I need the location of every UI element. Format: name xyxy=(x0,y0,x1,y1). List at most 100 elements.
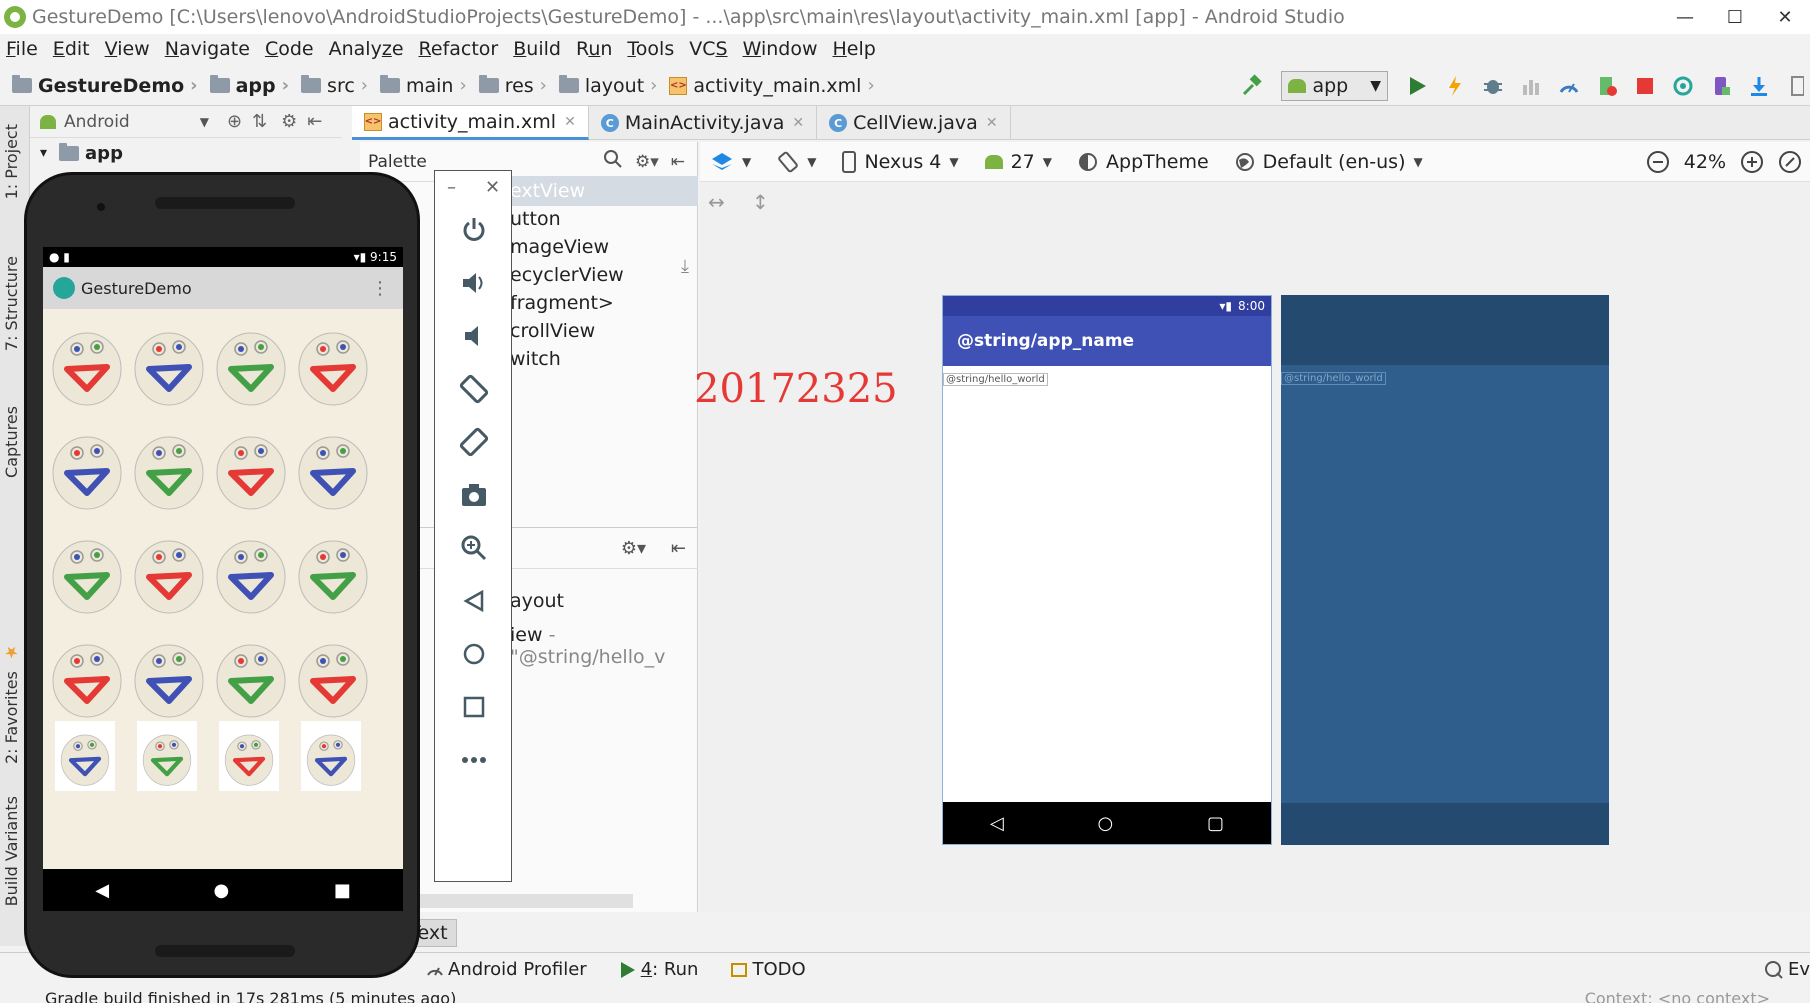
chevron-down-icon[interactable]: ▾ xyxy=(40,145,47,161)
device-file-icon[interactable] xyxy=(1784,73,1810,99)
tab-favorites[interactable]: 2: Favorites ★ xyxy=(2,643,21,764)
gesture-cell[interactable] xyxy=(209,417,293,517)
coverage-icon[interactable] xyxy=(1518,73,1544,99)
sdk-manager-icon[interactable] xyxy=(1746,73,1772,99)
palette-item[interactable]: witch xyxy=(510,348,561,370)
gesture-cell[interactable] xyxy=(137,721,197,791)
build-hammer-icon[interactable] xyxy=(1239,73,1265,99)
breadcrumb-file[interactable]: <> activity_main.xml › xyxy=(669,75,880,97)
stop-icon[interactable] xyxy=(1632,73,1658,99)
design-mode-select[interactable]: ▼ xyxy=(710,151,751,173)
editor-tab[interactable]: C CellView.java ✕ xyxy=(817,106,1011,140)
gesture-cell[interactable] xyxy=(291,313,375,413)
breadcrumb-main[interactable]: main › xyxy=(380,75,473,97)
gesture-cell[interactable] xyxy=(209,625,293,725)
gesture-cell[interactable] xyxy=(55,721,115,791)
palette-item[interactable]: ecyclerView xyxy=(510,264,624,286)
palette-item[interactable]: extView xyxy=(500,176,698,206)
close-tab-icon[interactable]: ✕ xyxy=(986,115,998,131)
tree-item-textview[interactable]: iew - "@string/hello_v xyxy=(510,624,697,668)
gesture-cell[interactable] xyxy=(219,721,279,791)
breadcrumb-layout[interactable]: layout › xyxy=(558,75,664,97)
chevron-down-icon[interactable]: ▼ xyxy=(200,115,209,129)
breadcrumb-project[interactable]: GestureDemo › xyxy=(12,75,204,97)
menu-item[interactable]: Tools xyxy=(627,38,674,60)
resize-vertical-icon[interactable]: ↕ xyxy=(752,190,769,214)
palette-item[interactable]: crollView xyxy=(510,320,595,342)
menu-item[interactable]: Window xyxy=(743,38,818,60)
device-select[interactable]: Nexus 4 ▼ xyxy=(842,150,959,173)
tab-project[interactable]: 1: Project xyxy=(2,124,21,199)
debug-icon[interactable] xyxy=(1480,73,1506,99)
gesture-cell[interactable] xyxy=(45,417,129,517)
breadcrumb-module[interactable]: app › xyxy=(209,75,295,97)
emulator-screen[interactable]: ● ▮ ▾▮ 9:15 GestureDemo ⋮ ◀ ● ■ xyxy=(43,247,403,911)
menu-item[interactable]: VCS xyxy=(689,38,727,60)
hide-panel-icon[interactable]: ⇤ xyxy=(671,152,685,172)
minimize-icon[interactable]: – xyxy=(447,177,456,198)
back-icon[interactable] xyxy=(435,576,513,626)
back-icon[interactable]: ◀ xyxy=(95,880,109,901)
menu-item[interactable]: File xyxy=(6,38,38,60)
run-icon[interactable] xyxy=(1404,73,1430,99)
zoom-to-fit-icon[interactable] xyxy=(1778,150,1802,174)
palette-item[interactable]: mageView xyxy=(510,236,609,258)
home-icon[interactable] xyxy=(435,629,513,679)
palette-item[interactable]: fragment> xyxy=(510,292,614,314)
gesture-cell[interactable] xyxy=(127,417,211,517)
tab-captures[interactable]: Captures xyxy=(2,406,21,478)
preview-textview[interactable]: @string/hello_world xyxy=(943,373,1048,386)
gesture-cell[interactable] xyxy=(127,521,211,621)
menu-item[interactable]: Help xyxy=(832,38,875,60)
gear-icon[interactable]: ⚙▾ xyxy=(621,538,646,559)
hide-panel-icon[interactable]: ⇤ xyxy=(671,538,686,559)
tree-item-layout[interactable]: ayout xyxy=(510,590,564,612)
tab-structure[interactable]: 7: Structure xyxy=(2,256,21,351)
close-tab-icon[interactable]: ✕ xyxy=(564,114,576,130)
download-icon[interactable]: ⤓ xyxy=(681,256,689,277)
event-log-button[interactable]: Ev xyxy=(1764,959,1810,980)
menu-item[interactable]: Navigate xyxy=(165,38,250,60)
volume-up-icon[interactable] xyxy=(435,258,513,308)
zoom-in-icon[interactable] xyxy=(1740,150,1764,174)
power-icon[interactable] xyxy=(435,205,513,255)
menu-item[interactable]: Edit xyxy=(53,38,90,60)
gesture-cell[interactable] xyxy=(209,313,293,413)
gesture-cell[interactable] xyxy=(291,417,375,517)
breadcrumb-src[interactable]: src › xyxy=(301,75,374,97)
search-icon[interactable] xyxy=(603,149,623,174)
more-icon[interactable] xyxy=(435,735,513,785)
menu-item[interactable]: Analyze xyxy=(329,38,404,60)
apply-changes-icon[interactable] xyxy=(1442,73,1468,99)
tab-build-variants[interactable]: Build Variants xyxy=(2,796,21,906)
gesture-cell[interactable] xyxy=(127,625,211,725)
run-configuration-select[interactable]: app ▼ xyxy=(1281,71,1388,101)
design-preview[interactable]: ▾▮ 8:00 @string/app_name @string/hello_w… xyxy=(942,295,1272,845)
recents-icon[interactable]: ■ xyxy=(334,880,351,901)
gesture-cell[interactable] xyxy=(291,625,375,725)
profile-icon[interactable] xyxy=(1556,73,1582,99)
gesture-grid[interactable] xyxy=(43,309,403,851)
project-view-select[interactable]: Android xyxy=(64,112,130,132)
blueprint-textview[interactable]: @string/hello_world xyxy=(1281,372,1386,385)
locale-select[interactable]: Default (en-us) ▼ xyxy=(1235,151,1423,173)
gesture-cell[interactable] xyxy=(45,313,129,413)
close-tab-icon[interactable]: ✕ xyxy=(792,115,804,131)
menu-item[interactable]: Run xyxy=(576,38,612,60)
gesture-cell[interactable] xyxy=(45,625,129,725)
menu-item[interactable]: Code xyxy=(265,38,314,60)
editor-tab[interactable]: C MainActivity.java ✕ xyxy=(589,106,818,140)
gear-icon[interactable]: ⚙▾ xyxy=(635,152,659,172)
maximize-icon[interactable]: ☐ xyxy=(1710,0,1760,34)
gesture-cell[interactable] xyxy=(209,521,293,621)
menu-item[interactable]: Refactor xyxy=(419,38,499,60)
camera-icon[interactable] xyxy=(435,470,513,520)
gesture-cell[interactable] xyxy=(127,313,211,413)
theme-select[interactable]: AppTheme xyxy=(1078,151,1209,173)
home-icon[interactable]: ● xyxy=(214,880,230,901)
gesture-cell[interactable] xyxy=(45,521,129,621)
blueprint-preview[interactable]: @string/hello_world xyxy=(1281,295,1609,845)
scroll-from-source-icon[interactable]: ⊕ xyxy=(227,111,242,132)
menu-item[interactable]: View xyxy=(105,38,150,60)
orientation-select[interactable]: ▼ xyxy=(777,151,816,173)
